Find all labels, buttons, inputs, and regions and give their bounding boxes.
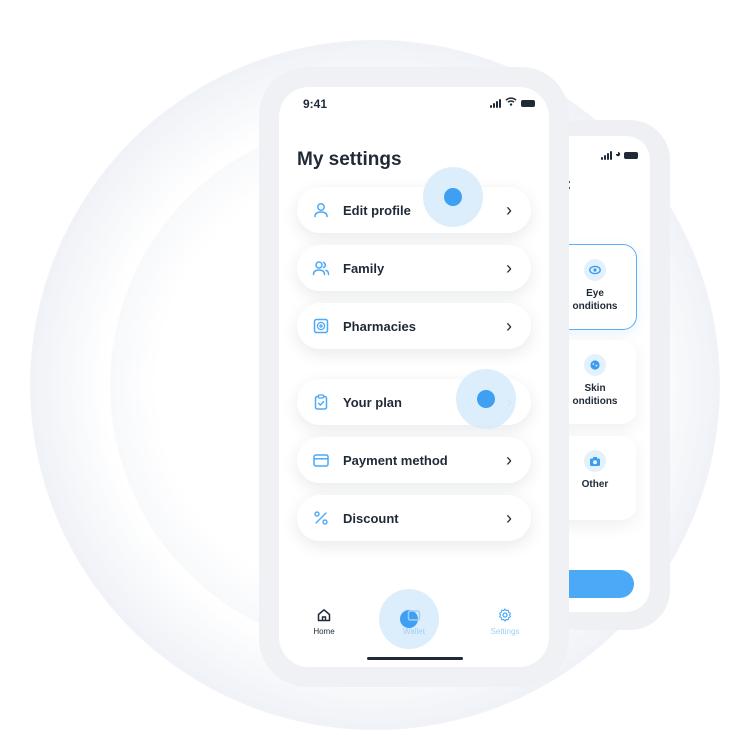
menu-item-pharmacies[interactable]: Pharmacies › [297, 303, 531, 349]
eye-icon [584, 259, 606, 281]
touch-indicator-your-plan [456, 369, 516, 429]
chevron-right-icon: › [506, 258, 512, 278]
chevron-right-icon: › [506, 508, 512, 528]
wifi-icon: ◕ [614, 149, 621, 160]
menu-item-label: Payment method [343, 452, 448, 468]
back-status-icons: ◕ [600, 149, 638, 160]
status-bar-icons [490, 97, 535, 109]
menu-item-label: Family [343, 260, 385, 276]
touch-dot [444, 188, 462, 206]
medical-cross-icon [312, 317, 330, 335]
home-icon [294, 607, 354, 623]
user-icon [312, 201, 330, 219]
tab-home[interactable]: Home [294, 607, 354, 636]
gear-icon [475, 607, 535, 623]
touch-dot [477, 390, 495, 408]
status-bar-time: 9:41 [303, 97, 328, 111]
camera-icon [584, 450, 606, 472]
signal-icon [490, 98, 501, 108]
front-phone-frame: 9:41 My settings Edit profile › Family › [259, 67, 569, 687]
battery-icon [521, 99, 535, 107]
home-indicator [367, 657, 463, 660]
wifi-icon [505, 97, 517, 109]
battery-icon [624, 151, 638, 159]
credit-card-icon [312, 451, 330, 469]
menu-item-payment-method[interactable]: Payment method › [297, 437, 531, 483]
chevron-right-icon: › [506, 200, 512, 220]
tab-wallet-label: Wallet [403, 627, 425, 636]
signal-icon [600, 150, 612, 160]
percent-icon [312, 509, 330, 527]
settings-screen: 9:41 My settings Edit profile › Family › [279, 87, 549, 667]
menu-item-discount[interactable]: Discount › [297, 495, 531, 541]
tab-settings-label: Settings [490, 627, 520, 636]
menu-item-label: Discount [343, 510, 399, 526]
tab-bar: Home Wallet Settings [279, 607, 549, 647]
tab-wallet[interactable]: Wallet [384, 607, 444, 636]
tab-home-label: Home [313, 627, 335, 636]
menu-item-edit-profile[interactable]: Edit profile › [297, 187, 531, 233]
clipboard-icon [312, 393, 330, 411]
tab-settings[interactable]: Settings [475, 607, 535, 636]
wallet-icon [384, 607, 444, 623]
chevron-right-icon: › [506, 450, 512, 470]
page-title: My settings [297, 149, 402, 170]
touch-indicator-edit-profile [423, 167, 483, 227]
users-icon [312, 259, 330, 277]
menu-item-label: Pharmacies [343, 318, 416, 334]
chevron-right-icon: › [506, 316, 512, 336]
menu-item-family[interactable]: Family › [297, 245, 531, 291]
skin-icon [584, 354, 606, 376]
